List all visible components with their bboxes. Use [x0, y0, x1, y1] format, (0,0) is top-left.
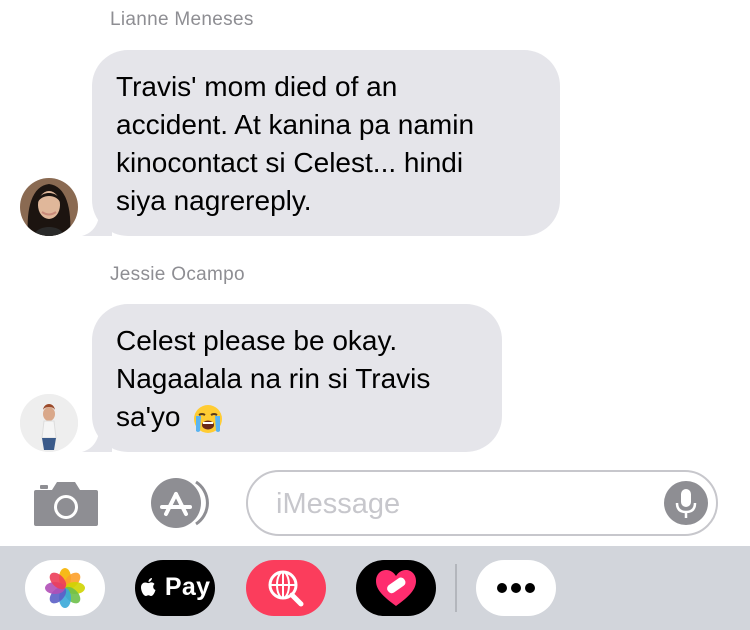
message-input[interactable]: iMessage — [246, 470, 718, 536]
sender-name: Lianne Meneses — [110, 9, 254, 30]
app-store-button[interactable] — [140, 476, 212, 530]
photos-icon — [45, 568, 85, 608]
message-text-line: sa'yo — [116, 398, 478, 436]
message-text: Travis' mom died of an — [116, 71, 398, 102]
message-text: sa'yo — [116, 401, 181, 432]
avatar[interactable] — [20, 178, 78, 236]
drawer-divider — [455, 564, 457, 612]
message-text: siya nagrereply. — [116, 185, 312, 216]
heart-bandage-icon — [376, 570, 416, 606]
message-text: Nagaalala na rin si Travis — [116, 363, 431, 394]
apple-pay-label: Pay — [135, 573, 215, 602]
apple-pay-app-button[interactable]: Pay — [135, 560, 215, 616]
more-icon — [497, 583, 535, 593]
message-text: kinocontact si Celest... hindi — [116, 147, 464, 178]
message-text: Celest please be okay. — [116, 325, 398, 356]
app-drawer: Pay — [0, 546, 750, 630]
message-text: accident. At kanina pa namin — [116, 109, 475, 140]
globe-search-icon — [268, 570, 304, 607]
microphone-button[interactable] — [664, 481, 708, 525]
avatar-image — [20, 178, 78, 236]
bubble-tail — [82, 206, 112, 236]
more-apps-button[interactable] — [476, 560, 556, 616]
avatar-image — [20, 394, 78, 452]
camera-icon — [34, 482, 98, 526]
apple-logo-icon — [140, 578, 156, 596]
bubble-tail — [82, 422, 112, 452]
microphone-icon — [675, 489, 697, 518]
images-search-app-button[interactable] — [246, 560, 326, 616]
photos-app-button[interactable] — [25, 560, 105, 616]
apple-pay-text: Pay — [164, 573, 211, 601]
app-store-icon — [151, 478, 209, 528]
loudly-crying-face-emoji — [194, 404, 223, 433]
avatar[interactable] — [20, 394, 78, 452]
message-bubble[interactable]: Celest please be okay. Nagaalala na rin … — [82, 304, 502, 452]
digital-touch-app-button[interactable] — [356, 560, 436, 616]
message-bubble[interactable]: Travis' mom died of an accident. At kani… — [82, 50, 560, 236]
sender-name: Jessie Ocampo — [110, 264, 245, 285]
camera-button[interactable] — [32, 478, 100, 528]
message-input-placeholder: iMessage — [276, 488, 401, 520]
